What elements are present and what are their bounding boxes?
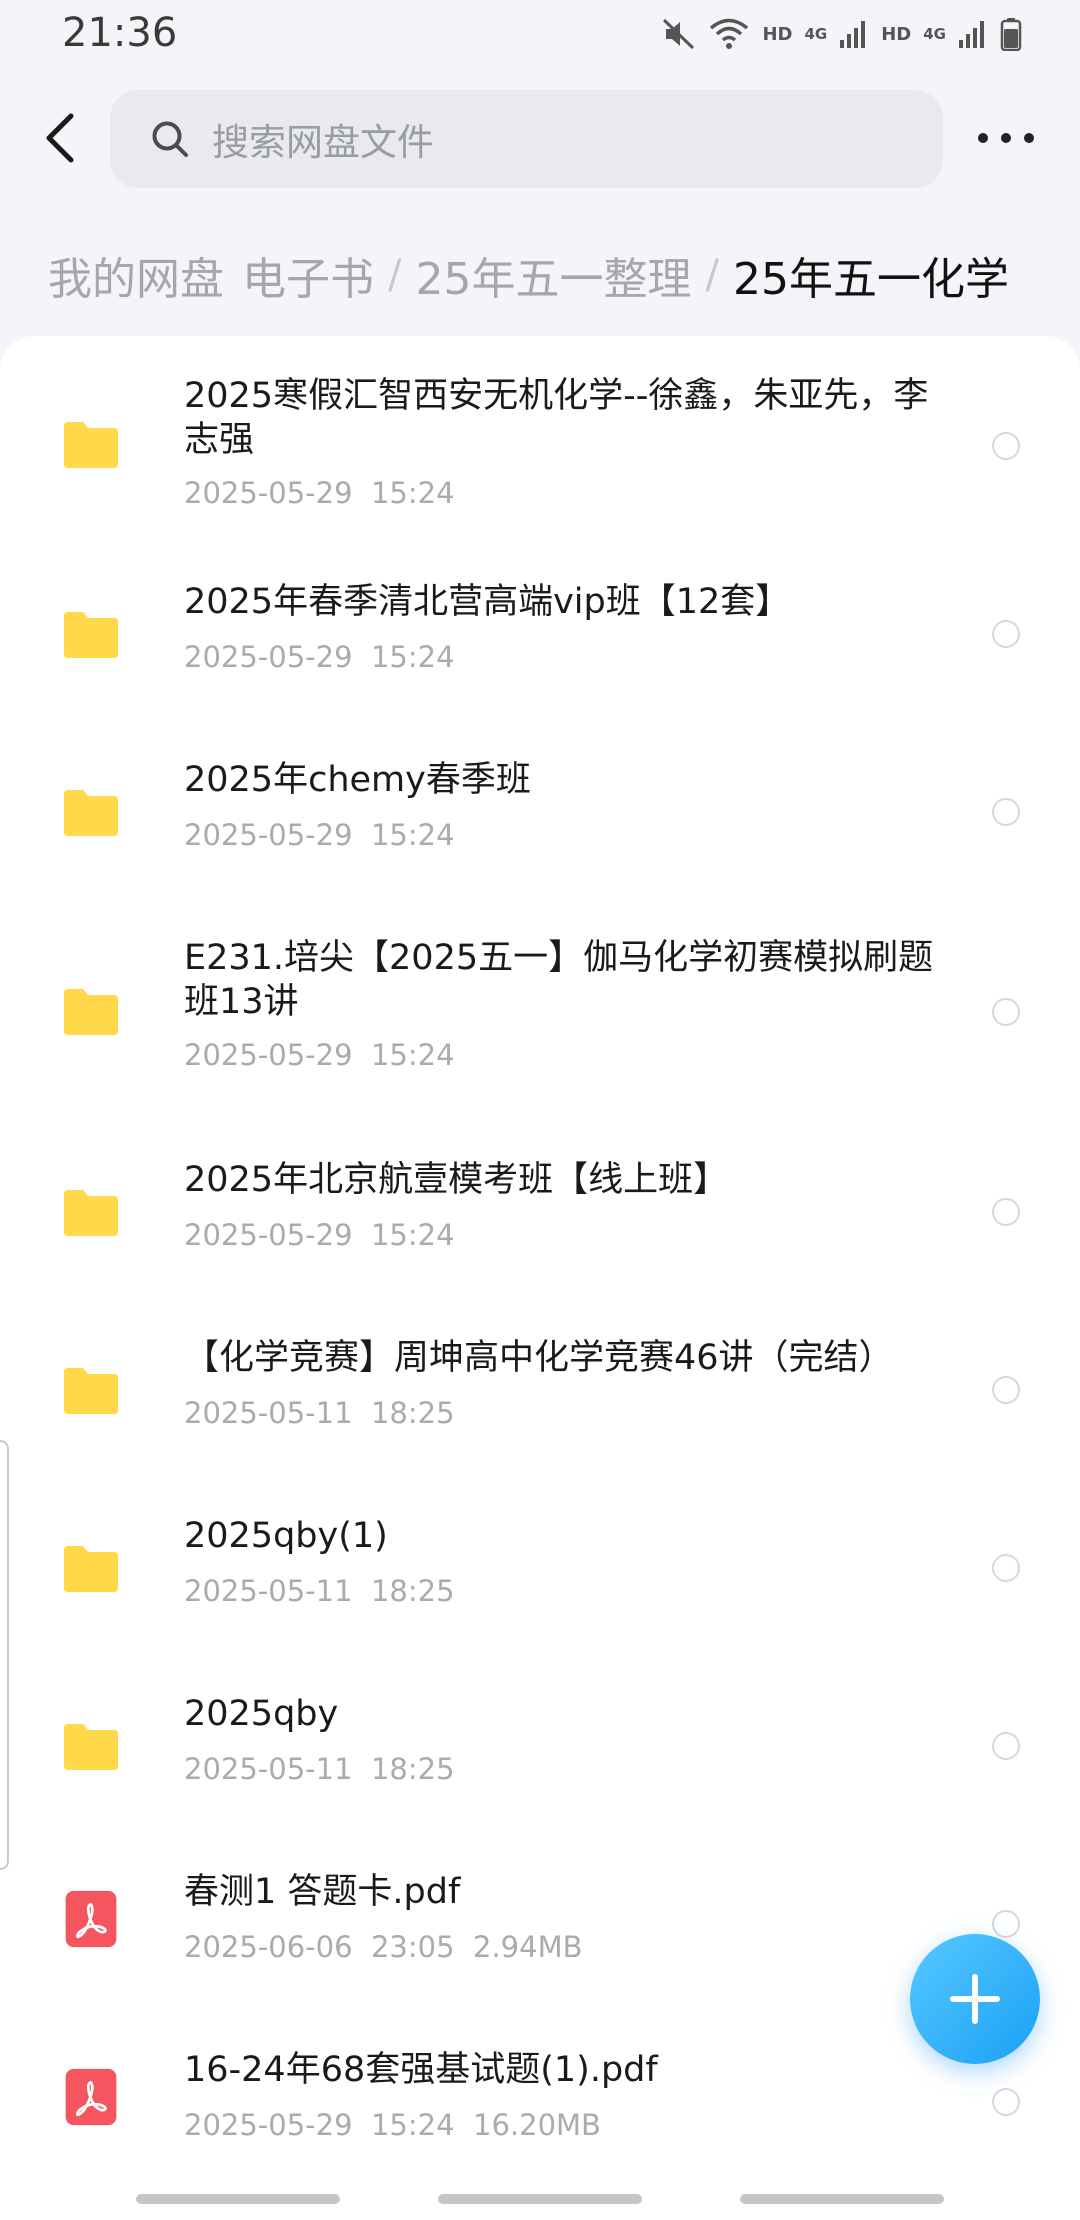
select-checkbox[interactable] [992,798,1020,826]
file-name: 【化学竞赛】周坤高中化学竞赛46讲（完结） [184,1338,894,1378]
select-checkbox[interactable] [992,1732,1020,1760]
select-checkbox[interactable] [992,1376,1020,1404]
folder-icon [64,1724,118,1770]
breadcrumb-item-ebooks[interactable]: 电子书 [242,243,374,307]
signal-icon [840,21,866,48]
file-date: 2025-05-29 [184,1038,353,1072]
signal-icon [959,21,984,48]
folder-icon [64,790,118,836]
add-button[interactable] [910,1934,1040,2064]
hd-label-2: HD [881,23,912,45]
wifi-icon [710,18,749,49]
breadcrumb-item-may-day-collection[interactable]: 25年五一整理 [415,243,691,307]
file-date: 2025-05-29 [184,640,353,674]
file-date: 2025-05-11 [184,1396,353,1430]
file-date: 2025-05-29 [184,818,353,852]
file-time: 18:25 [370,1396,455,1430]
file-date: 2025-05-11 [184,1752,353,1786]
breadcrumb-item-root[interactable]: 我的网盘 [48,243,224,307]
select-checkbox[interactable] [992,1198,1020,1226]
folder-icon [64,1368,118,1414]
folder-icon [64,612,118,658]
network-type-2: 4G [923,24,946,43]
breadcrumb-item-current: 25年五一化学 [732,254,1009,305]
status-time: 21:36 [62,10,178,56]
header: 搜索网盘文件 [0,70,1080,210]
nav-bar-pill[interactable] [438,2194,642,2204]
file-size: 16.20MB [473,2108,601,2142]
file-list: 2025寒假汇智西安无机化学--徐鑫，朱亚先，李志强 2025-05-29 15… [0,336,1080,2220]
file-row[interactable]: 2025年北京航壹模考班【线上班】 2025-05-29 15:24 [0,1102,1080,1280]
breadcrumb-separator: / [705,252,719,298]
breadcrumb: 我的网盘 电子书 / 25年五一整理 / 25年五一化学 [48,240,1009,310]
app-screen: 21:36 HD 4G HD 4G 搜索网盘文件 我的网盘 电子书 / 25年五… [0,0,1080,2220]
file-date: 2025-05-29 [184,2108,353,2142]
more-options-button[interactable] [968,118,1044,158]
file-row[interactable]: 2025寒假汇智西安无机化学--徐鑫，朱亚先，李志强 2025-05-29 15… [0,336,1080,524]
pdf-icon [65,1890,117,1948]
folder-icon [64,1190,118,1236]
file-size: 2.94MB [473,1930,583,1964]
search-placeholder: 搜索网盘文件 [212,121,434,164]
status-bar: 21:36 HD 4G HD 4G [0,0,1080,70]
file-time: 23:05 [370,1930,455,1964]
status-icons: HD 4G HD 4G [662,14,1022,54]
file-time: 15:24 [370,2108,455,2142]
edge-panel-handle[interactable] [0,1440,9,1870]
hd-label-1: HD [762,23,793,45]
nav-bar-pill[interactable] [740,2194,944,2204]
file-date: 2025-05-29 [184,1218,353,1252]
file-time: 15:24 [370,640,455,674]
file-time: 15:24 [370,1038,455,1072]
search-icon [152,121,188,157]
file-date: 2025-05-29 [184,476,353,510]
file-row[interactable]: 2025年春季清北营高端vip班【12套】 2025-05-29 15:24 [0,524,1080,702]
folder-icon [64,989,118,1035]
file-date: 2025-05-11 [184,1574,353,1608]
network-type-1: 4G [804,24,828,43]
file-time: 15:24 [370,1218,455,1252]
file-time: 18:25 [370,1752,455,1786]
select-checkbox[interactable] [992,432,1020,460]
battery-icon [1000,18,1022,51]
more-dots-icon [978,133,988,143]
file-date: 2025-06-06 [184,1930,353,1964]
file-row[interactable]: 2025年chemy春季班 2025-05-29 15:24 [0,702,1080,880]
file-time: 15:24 [370,818,455,852]
breadcrumb-separator: / [388,252,402,298]
pdf-icon [65,2068,117,2126]
file-row[interactable]: 2025qby(1) 2025-05-11 18:25 [0,1458,1080,1636]
file-name: 2025年春季清北营高端vip班【12套】 [184,582,791,622]
mute-icon [663,18,695,50]
select-checkbox[interactable] [992,1910,1020,1938]
file-row[interactable]: 【化学竞赛】周坤高中化学竞赛46讲（完结） 2025-05-11 18:25 [0,1280,1080,1458]
select-checkbox[interactable] [992,2088,1020,2116]
nav-bar-pill[interactable] [136,2194,340,2204]
file-name: 2025qby [184,1694,339,1734]
file-name: E231.培尖【2025五一】伽马化学初赛模拟刷题班13讲 [184,938,934,1022]
file-name: 16-24年68套强基试题(1).pdf [184,2050,658,2090]
search-input[interactable]: 搜索网盘文件 [110,90,943,188]
plus-icon [950,1974,1000,2024]
file-name: 2025qby(1) [184,1516,388,1556]
chevron-left-icon [46,113,74,163]
file-time: 15:24 [370,476,455,510]
folder-icon [64,1546,118,1592]
select-checkbox[interactable] [992,620,1020,648]
select-checkbox[interactable] [992,998,1020,1026]
file-time: 18:25 [370,1574,455,1608]
select-checkbox[interactable] [992,1554,1020,1582]
file-name: 春测1 答题卡.pdf [184,1872,461,1912]
file-row[interactable]: E231.培尖【2025五一】伽马化学初赛模拟刷题班13讲 2025-05-29… [0,880,1080,1102]
back-button[interactable] [30,108,90,168]
folder-icon [64,422,118,468]
file-name: 2025年北京航壹模考班【线上班】 [184,1160,729,1200]
file-name: 2025年chemy春季班 [184,760,531,800]
file-name: 2025寒假汇智西安无机化学--徐鑫，朱亚先，李志强 [184,376,929,460]
file-row[interactable]: 2025qby 2025-05-11 18:25 [0,1636,1080,1814]
